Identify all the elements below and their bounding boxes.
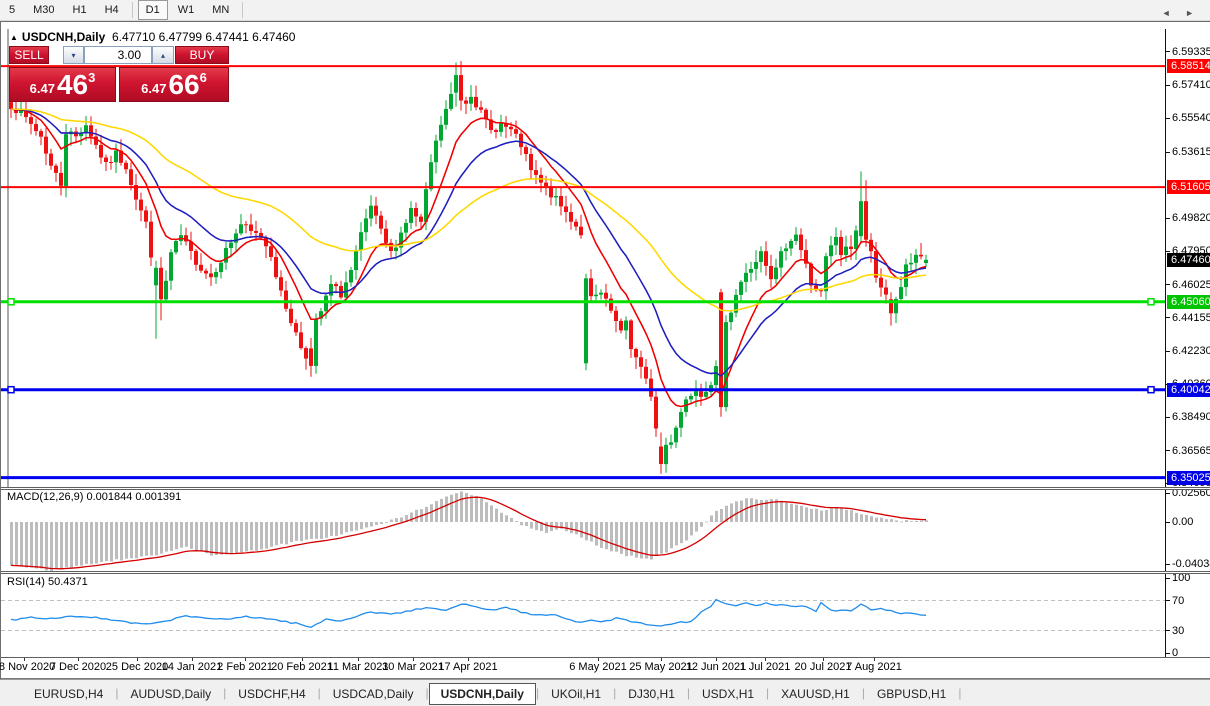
price-badge-6.45060: 6.45060 — [1167, 295, 1210, 309]
rsi-panel[interactable] — [1, 574, 1165, 657]
pane-splitter[interactable] — [1, 571, 1210, 574]
pane-splitter[interactable] — [1, 487, 1210, 490]
chart-tab-audusd[interactable]: AUDUSD,Daily — [118, 684, 223, 704]
date-label: 20 Feb 2021 — [271, 661, 333, 673]
chart-tab-eurusd[interactable]: EURUSD,H4 — [22, 684, 115, 704]
macd-indicator-label: MACD(12,26,9) 0.001844 0.001391 — [7, 491, 181, 503]
volume-decrease-button[interactable]: ▾ — [63, 46, 84, 64]
date-label: 18 Nov 2020 — [0, 661, 55, 673]
date-label: 7 Aug 2021 — [846, 661, 902, 673]
date-label: 20 Jul 2021 — [795, 661, 852, 673]
chart-symbol-label: USDCNH,Daily — [22, 30, 105, 44]
volume-input[interactable]: 3.00 — [84, 46, 152, 64]
price-badge-6.40042: 6.40042 — [1167, 383, 1210, 397]
chart-tab-usdcad[interactable]: USDCAD,Daily — [321, 684, 426, 704]
price-badge-6.58514: 6.58514 — [1167, 59, 1210, 73]
timeframe-button-w1[interactable]: W1 — [170, 0, 203, 20]
buy-button[interactable]: BUY — [175, 46, 229, 64]
timeframe-button-5[interactable]: 5 — [1, 0, 23, 20]
price-axis-tick: 6.53615 — [1166, 146, 1210, 158]
chart-tab-dj30[interactable]: DJ30,H1 — [616, 684, 687, 704]
toolbar-separator — [132, 2, 133, 18]
price-axis-tick: 6.57410 — [1166, 79, 1210, 91]
chart-tab-usdx[interactable]: USDX,H1 — [690, 684, 766, 704]
collapse-triangle-icon[interactable]: ▲ — [10, 33, 18, 42]
price-axis-tick: 6.44155 — [1166, 312, 1210, 324]
buy-price-prefix: 6.47 — [141, 81, 166, 96]
date-label: 25 May 2021 — [629, 661, 693, 673]
timeframe-button-h4[interactable]: H4 — [97, 0, 127, 20]
date-label: 1 Jul 2021 — [740, 661, 791, 673]
sell-price-prefix: 6.47 — [30, 81, 55, 96]
chart-tab-usdchf[interactable]: USDCHF,H4 — [226, 684, 317, 704]
timeframe-button-mn[interactable]: MN — [204, 0, 237, 20]
date-label: 7 Dec 2020 — [50, 661, 106, 673]
buy-price-big: 66 — [168, 71, 199, 99]
timeframe-button-h1[interactable]: H1 — [65, 0, 95, 20]
date-label: 2 Feb 2021 — [217, 661, 273, 673]
price-badge-6.51605: 6.51605 — [1167, 180, 1210, 194]
timeframe-button-d1[interactable]: D1 — [138, 0, 168, 20]
sell-button[interactable]: SELL — [9, 46, 49, 64]
rsi-axis-tick: 30 — [1166, 625, 1184, 637]
timeframe-toolbar: 5M30H1H4 D1W1MN — [0, 0, 1210, 21]
price-badge-6.47460: 6.47460 — [1167, 253, 1210, 267]
tab-separator: | — [958, 686, 961, 700]
price-axis-tick: 6.42230 — [1166, 345, 1210, 357]
chart-tab-bar: EURUSD,H4|AUDUSD,Daily|USDCHF,H4|USDCAD,… — [0, 679, 1210, 706]
sell-price-button[interactable]: 6.47 46 3 — [9, 67, 116, 102]
price-axis-tick: 6.46025 — [1166, 279, 1210, 291]
date-label: 30 Mar 2021 — [382, 661, 444, 673]
chart-tab-usdcnh[interactable]: USDCNH,Daily — [429, 683, 536, 705]
date-label: 25 Dec 2020 — [106, 661, 168, 673]
price-axis-tick: 6.55540 — [1166, 112, 1210, 124]
sell-price-sup: 3 — [88, 70, 95, 85]
timeframe-button-m30[interactable]: M30 — [25, 0, 62, 20]
price-axis-tick: 6.38490 — [1166, 411, 1210, 423]
chart-tab-ukoil[interactable]: UKOil,H1 — [539, 684, 613, 704]
buy-price-sup: 6 — [200, 70, 207, 85]
price-badge-6.35025: 6.35025 — [1167, 471, 1210, 485]
date-label: 12 Jun 2021 — [686, 661, 747, 673]
chart-tab-gbpusd[interactable]: GBPUSD,H1 — [865, 684, 958, 704]
sell-price-big: 46 — [57, 71, 88, 99]
date-label: 6 May 2021 — [569, 661, 626, 673]
date-axis[interactable]: 18 Nov 20207 Dec 202025 Dec 202014 Jan 2… — [1, 658, 1210, 678]
toolbar-separator — [242, 2, 243, 18]
one-click-trade-panel: SELL ▾ 3.00 ▴ BUY 6.47 46 3 6.47 66 6 — [9, 46, 229, 124]
chart-title: ▲ USDCNH,Daily 6.47710 6.47799 6.47441 6.… — [10, 30, 295, 44]
volume-increase-button[interactable]: ▴ — [152, 46, 174, 64]
chart-tab-xauusd[interactable]: XAUUSD,H1 — [769, 684, 862, 704]
rsi-indicator-label: RSI(14) 50.4371 — [7, 576, 88, 588]
date-label: 14 Jan 2021 — [162, 661, 223, 673]
price-axis-tick: 6.59335 — [1166, 46, 1210, 58]
price-axis-tick: 6.49820 — [1166, 212, 1210, 224]
date-axis-line — [1, 657, 1210, 658]
tab-scroll-arrows[interactable]: ◄ ► — [1162, 8, 1200, 18]
date-label: 17 Apr 2021 — [438, 661, 497, 673]
rsi-axis-tick: 70 — [1166, 595, 1184, 607]
date-label: 11 Mar 2021 — [328, 661, 389, 673]
chart-window: ▲ USDCNH,Daily 6.47710 6.47799 6.47441 6.… — [0, 21, 1210, 679]
macd-axis-tick: -0.040386 — [1166, 558, 1210, 570]
price-axis-tick: 6.36565 — [1166, 445, 1210, 457]
price-axis[interactable]: 6.593356.574106.555406.536156.498206.479… — [1165, 29, 1210, 658]
buy-price-button[interactable]: 6.47 66 6 — [119, 67, 229, 102]
trading-platform-window: 5M30H1H4 D1W1MN ▲ USDCNH,Daily 6.47710 6.4… — [0, 0, 1210, 706]
macd-axis-tick: 0.00 — [1166, 516, 1193, 528]
chart-ohlc-values: 6.47710 6.47799 6.47441 6.47460 — [112, 30, 296, 44]
